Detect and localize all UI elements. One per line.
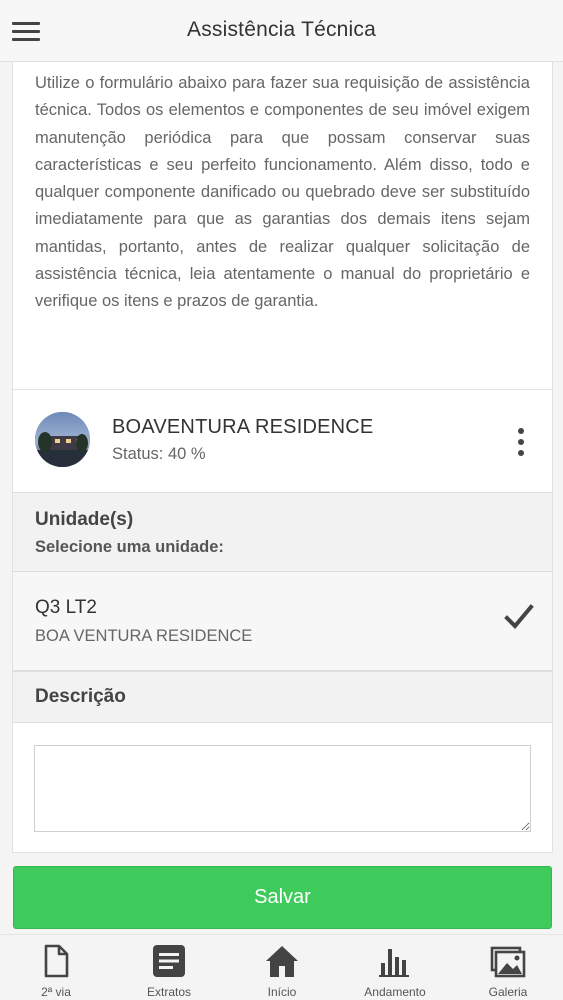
units-section-header: Unidade(s) Selecione uma unidade:: [13, 492, 552, 572]
description-section-header: Descrição: [13, 671, 552, 723]
building-photo-icon: [35, 412, 90, 467]
intro-text: Utilize o formulário abaixo para fazer s…: [35, 74, 530, 311]
bottom-navigation: 2ª via Extratos Início Andamento Galeria: [0, 934, 563, 1000]
document-icon: [44, 944, 69, 978]
nav-label: Início: [267, 985, 297, 999]
nav-item-inicio[interactable]: Início: [226, 935, 338, 1000]
nav-item-andamento[interactable]: Andamento: [339, 935, 451, 1000]
unit-option-selected[interactable]: Q3 LT2 BOA VENTURA RESIDENCE: [13, 572, 552, 671]
unit-project: BOA VENTURA RESIDENCE: [35, 627, 253, 645]
app-header: Assistência Técnica: [0, 0, 563, 62]
project-avatar: [35, 412, 90, 467]
project-status: Status: 40 %: [112, 445, 206, 463]
description-textarea[interactable]: [34, 745, 531, 832]
description-title: Descrição: [35, 686, 126, 707]
project-name: BOAVENTURA RESIDENCE: [112, 416, 374, 438]
content-card: Utilize o formulário abaixo para fazer s…: [12, 62, 553, 853]
units-subtitle: Selecione uma unidade:: [35, 538, 224, 556]
nav-item-2a-via[interactable]: 2ª via: [0, 935, 112, 1000]
nav-label: Andamento: [364, 985, 426, 999]
nav-label: Extratos: [146, 985, 191, 999]
units-title: Unidade(s): [35, 509, 134, 530]
page-title: Assistência Técnica: [187, 18, 376, 41]
nav-label: 2ª via: [41, 985, 71, 999]
home-icon: [266, 946, 298, 977]
nav-label: Galeria: [488, 985, 528, 999]
nav-item-extratos[interactable]: Extratos: [113, 935, 225, 1000]
save-button[interactable]: Salvar: [13, 866, 552, 929]
checkmark-icon: [504, 604, 534, 629]
gallery-icon: [490, 946, 526, 978]
unit-name: Q3 LT2: [35, 597, 97, 618]
more-options-icon[interactable]: [516, 426, 526, 458]
list-document-icon: [153, 945, 185, 977]
nav-item-galeria[interactable]: Galeria: [452, 935, 563, 1000]
bar-chart-icon: [379, 949, 409, 977]
project-row: BOAVENTURA RESIDENCE Status: 40 %: [13, 389, 552, 493]
